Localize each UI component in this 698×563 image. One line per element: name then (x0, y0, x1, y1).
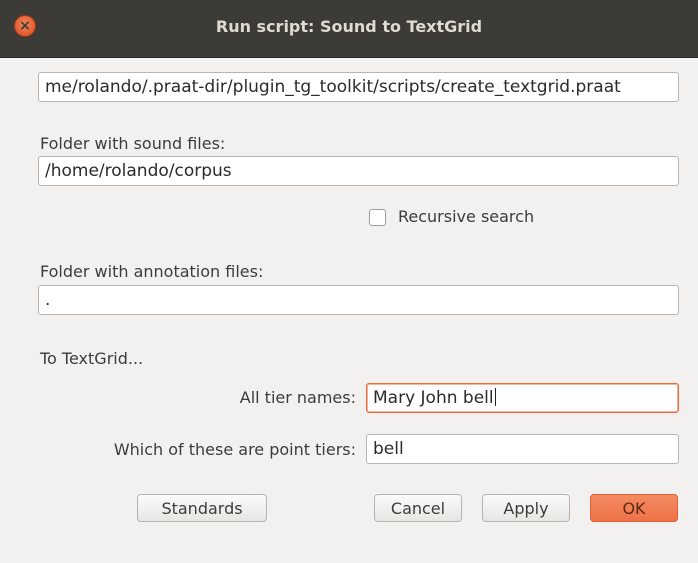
section-heading: To TextGrid... (40, 349, 144, 368)
apply-button[interactable]: Apply (482, 494, 570, 522)
tier-names-input[interactable]: Mary John bell (366, 383, 679, 413)
point-tiers-value: bell (373, 439, 404, 459)
point-tiers-label: Which of these are point tiers: (113, 440, 356, 459)
annotation-folder-label: Folder with annotation files: (40, 262, 264, 281)
point-tiers-input[interactable]: bell (366, 434, 679, 464)
cancel-button[interactable]: Cancel (374, 494, 462, 522)
standards-button[interactable]: Standards (137, 494, 267, 522)
annotation-folder-value: . (45, 290, 51, 310)
title-bar: × Run script: Sound to TextGrid (0, 0, 698, 58)
text-caret (494, 388, 496, 406)
script-path-value: me/rolando/.praat-dir/plugin_tg_toolkit/… (45, 77, 621, 97)
window-title: Run script: Sound to TextGrid (215, 17, 483, 36)
sound-folder-label: Folder with sound files: (40, 134, 226, 153)
annotation-folder-input[interactable]: . (38, 285, 679, 315)
recursive-search-label[interactable]: Recursive search (398, 207, 534, 226)
ok-button[interactable]: OK (590, 494, 678, 522)
tier-names-value: Mary John bell (373, 388, 494, 408)
recursive-search-checkbox[interactable] (369, 209, 386, 226)
sound-folder-value: /home/rolando/corpus (45, 161, 232, 181)
tier-names-label: All tier names: (239, 388, 356, 407)
script-path-field[interactable]: me/rolando/.praat-dir/plugin_tg_toolkit/… (38, 72, 679, 102)
sound-folder-input[interactable]: /home/rolando/corpus (38, 156, 679, 186)
